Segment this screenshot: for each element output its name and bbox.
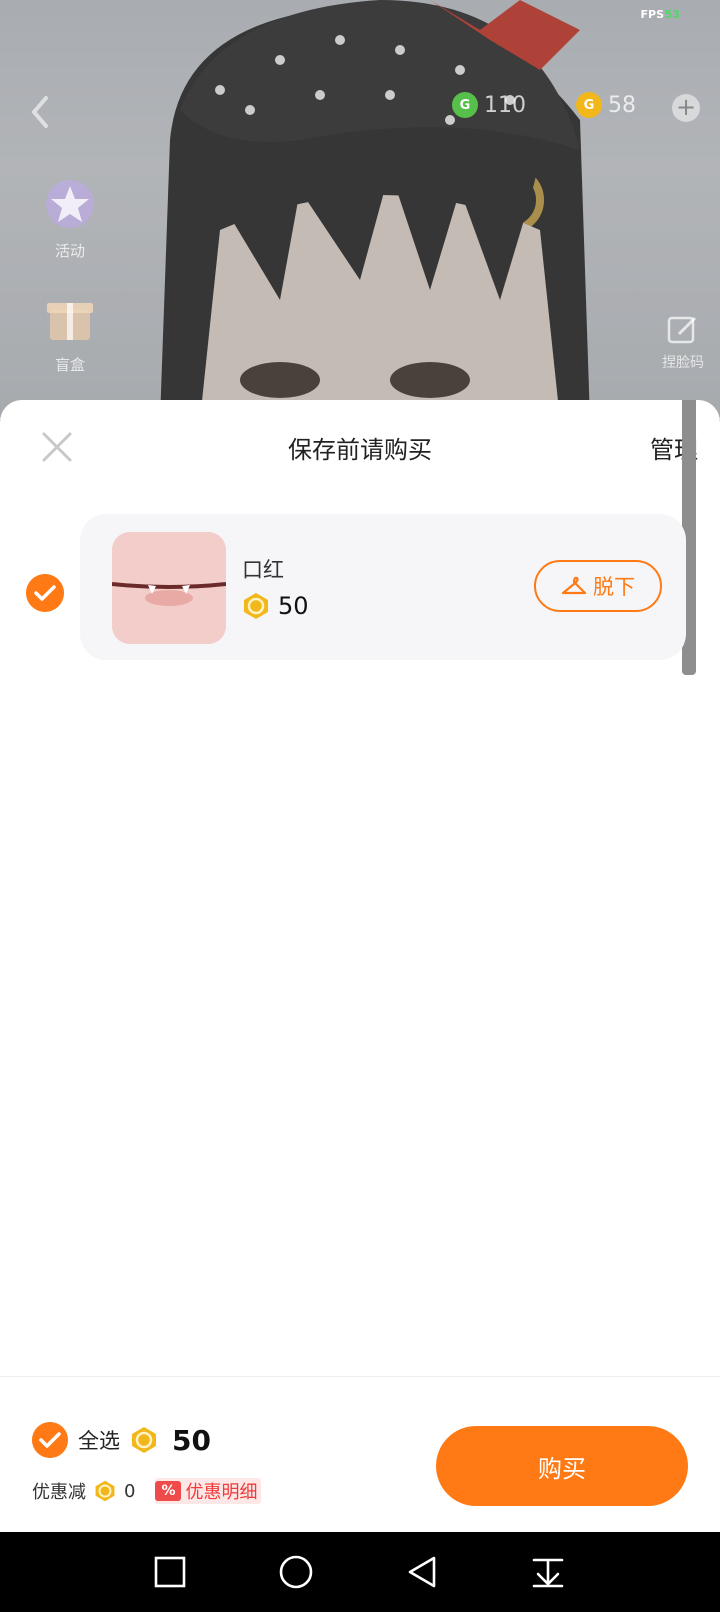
item-price: 50 (242, 592, 309, 620)
coin-currency-value: 58 (608, 92, 636, 118)
take-off-button[interactable]: 脱下 (534, 560, 662, 612)
discount-detail-link[interactable]: % 优惠明细 (155, 1478, 262, 1504)
select-all-row: 全选 50 (32, 1422, 211, 1458)
g-currency-value: 110 (484, 92, 526, 118)
notification-pull-icon[interactable] (530, 1554, 566, 1590)
blind-box-label: 盲盒 (54, 356, 85, 374)
discount-row: 优惠减 0 % 优惠明细 (32, 1478, 262, 1504)
game-scene: FPS 53 G 110 G 58 + 活动 盲盒 捏脸码 (0, 0, 720, 420)
hanger-icon (561, 576, 587, 595)
buy-button[interactable]: 购买 (436, 1426, 688, 1506)
purchase-sheet: 保存前请购买 管理 口红 50 脱下 全选 50 优惠减 0 % 优惠明细 购买 (0, 400, 720, 1532)
discount-label: 优惠减 (32, 1482, 86, 1503)
star-badge-icon (46, 180, 94, 228)
take-off-label: 脱下 (593, 575, 635, 599)
gold-coin-icon (132, 1427, 156, 1453)
gift-box-icon (47, 303, 93, 340)
item-price-value: 50 (278, 592, 309, 620)
select-all-checkbox[interactable] (32, 1422, 68, 1458)
item-checkbox[interactable] (26, 574, 64, 612)
back-nav-icon[interactable] (404, 1554, 440, 1590)
g-coin-icon: G (452, 92, 478, 118)
home-icon[interactable] (278, 1554, 314, 1590)
add-currency-icon[interactable]: + (672, 94, 700, 122)
footer-divider (0, 1376, 720, 1377)
select-all-label: 全选 (78, 1429, 120, 1453)
recents-icon[interactable] (152, 1554, 188, 1590)
item-name: 口红 (242, 558, 284, 582)
edit-icon (667, 316, 697, 344)
total-price: 50 (172, 1423, 211, 1457)
gold-coin-icon (95, 1480, 115, 1502)
lipstick-thumbnail (112, 532, 226, 644)
g-currency[interactable]: G 110 (452, 92, 526, 118)
fps-value: 53 (664, 8, 680, 21)
activity-button[interactable]: 活动 (38, 176, 102, 261)
activity-label: 活动 (54, 242, 85, 260)
gold-coin-icon (244, 593, 268, 619)
face-code-button[interactable]: 捏脸码 (662, 312, 704, 372)
gold-coin-icon: G (576, 92, 602, 118)
coin-currency[interactable]: G 58 (576, 92, 636, 118)
sheet-title: 保存前请购买 (288, 436, 432, 464)
blind-box-button[interactable]: 盲盒 (38, 290, 102, 375)
system-nav-bar (0, 1532, 720, 1612)
discount-value: 0 (124, 1480, 136, 1502)
scene-overlay (0, 0, 720, 420)
item-card[interactable]: 口红 50 脱下 (80, 514, 686, 660)
fps-label: FPS (640, 8, 665, 21)
face-code-label: 捏脸码 (662, 355, 704, 371)
discount-detail-label: 优惠明细 (185, 1482, 258, 1503)
coupon-icon: % (155, 1481, 182, 1501)
back-icon[interactable] (26, 92, 54, 132)
